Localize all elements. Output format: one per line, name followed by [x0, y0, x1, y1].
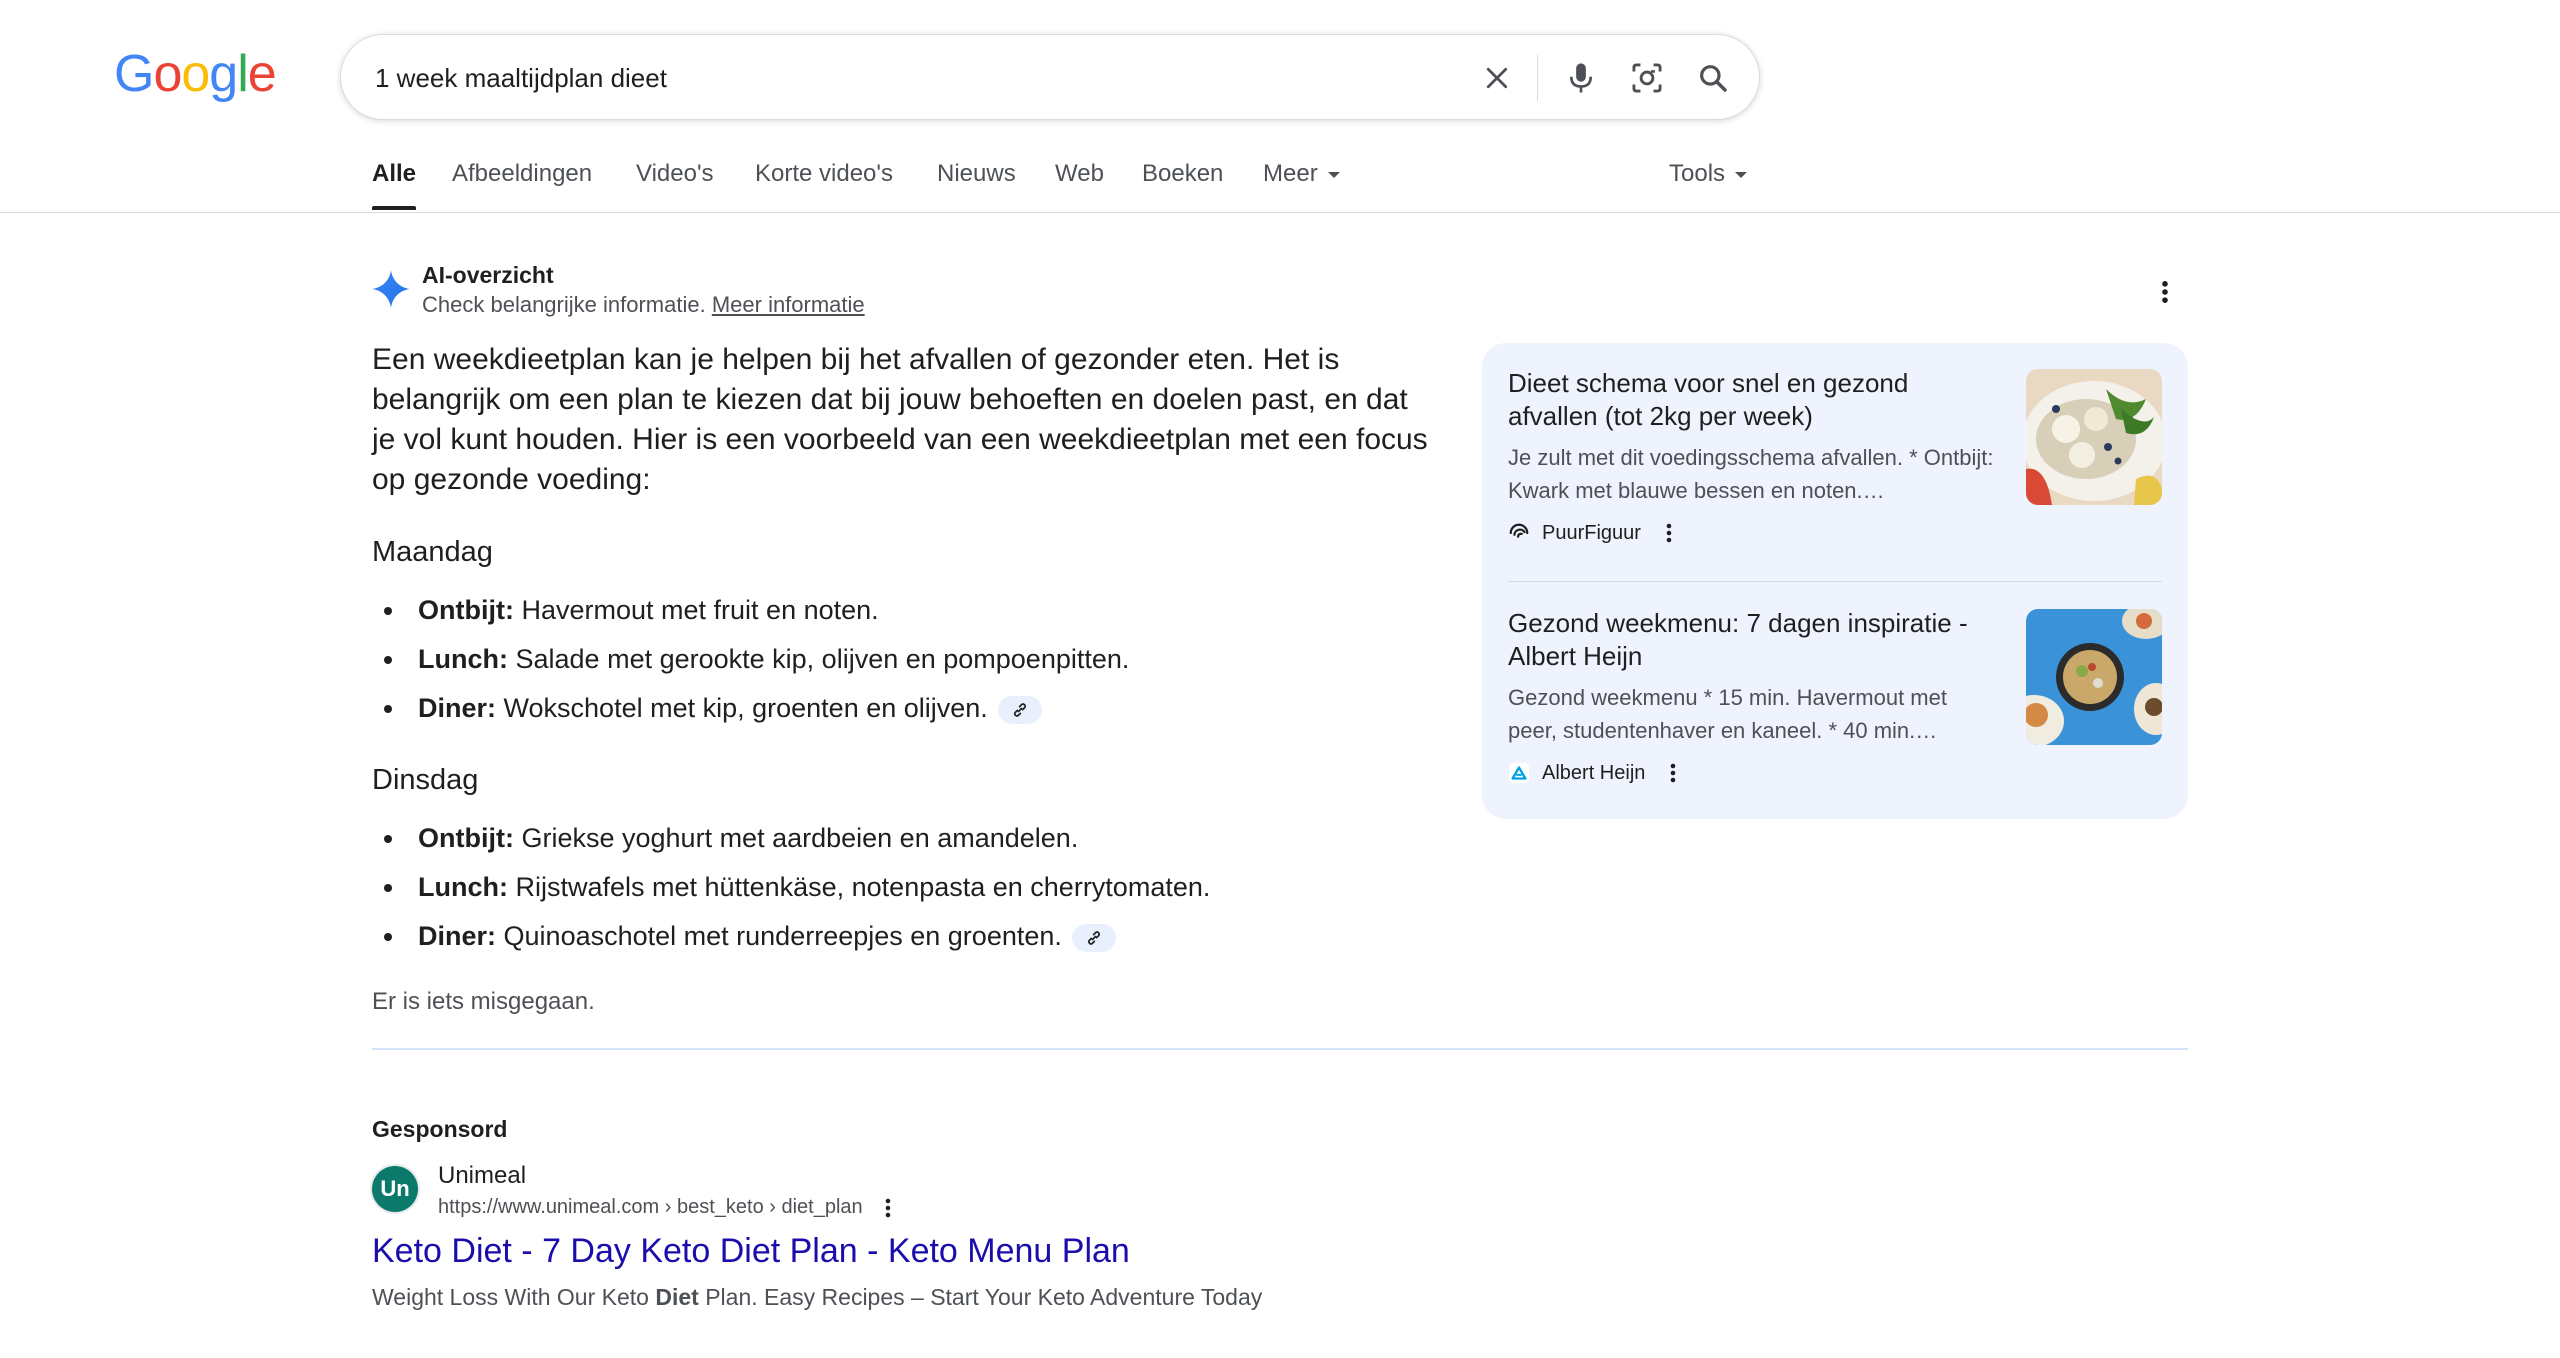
ai-overview-subtitle-text: Check belangrijke informatie.	[422, 292, 706, 317]
source-title[interactable]: Gezond weekmenu: 7 dagen inspiratie - Al…	[1508, 607, 1998, 673]
section-divider	[372, 1048, 2188, 1050]
tab-boeken[interactable]: Boeken	[1142, 160, 1223, 188]
logo-letter: o	[153, 45, 182, 103]
source-site: PuurFiguur	[1508, 521, 1673, 545]
search-divider	[1537, 55, 1538, 101]
tab-videos[interactable]: Video's	[636, 160, 714, 188]
chevron-down-icon	[1327, 171, 1340, 178]
meal-label: Lunch:	[418, 644, 508, 674]
search-icon[interactable]	[1691, 56, 1735, 100]
ai-overview-subtitle: Check belangrijke informatie. Meer infor…	[422, 292, 865, 318]
meal-text: Wokschotel met kip, groenten en olijven.	[503, 693, 988, 723]
tools-label: Tools	[1669, 160, 1726, 187]
list-item: Ontbijt: Griekse yoghurt met aardbeien e…	[372, 814, 1412, 863]
sources-panel: Dieet schema voor snel en gezond afvalle…	[1482, 343, 2188, 819]
more-options-icon[interactable]	[884, 1196, 892, 1220]
more-options-icon[interactable]	[1665, 521, 1673, 545]
logo-letter: G	[114, 45, 154, 103]
logo-letter: e	[247, 45, 277, 103]
meal-thumbnail	[2026, 609, 2162, 745]
day-heading: Dinsdag	[372, 764, 479, 796]
meal-label: Ontbijt:	[418, 823, 514, 853]
tab-alle[interactable]: Alle	[372, 160, 417, 210]
search-input[interactable]: 1 week maaltijdplan dieet	[375, 35, 667, 121]
albert-heijn-icon	[1508, 762, 1530, 784]
ai-overview-title: AI-overzicht	[422, 262, 554, 288]
tools-button[interactable]: Tools	[1669, 160, 1748, 188]
more-info-link[interactable]: Meer informatie	[712, 292, 865, 317]
tab-web[interactable]: Web	[1055, 160, 1104, 188]
ad-url[interactable]: https://www.unimeal.com › best_keto › di…	[438, 1196, 863, 1219]
source-link-button[interactable]	[997, 695, 1042, 724]
search-box[interactable]: 1 week maaltijdplan dieet	[340, 34, 1760, 120]
meal-text: Rijstwafels met hüttenkäse, notenpasta e…	[515, 872, 1211, 902]
source-site-name: PuurFiguur	[1542, 521, 1641, 544]
link-icon	[1013, 703, 1026, 717]
advertiser-favicon[interactable]: Un	[372, 1166, 418, 1212]
list-item: Diner: Quinoaschotel met runderreepjes e…	[372, 912, 1412, 961]
chevron-down-icon	[1735, 171, 1748, 178]
source-title[interactable]: Dieet schema voor snel en gezond afvalle…	[1508, 367, 1998, 433]
meal-list: Ontbijt: Havermout met fruit en noten. L…	[372, 586, 1412, 733]
source-link-button[interactable]	[1071, 923, 1116, 952]
salad-thumbnail	[2026, 369, 2162, 505]
more-options-icon[interactable]	[1669, 761, 1677, 785]
list-item: Lunch: Salade met gerookte kip, olijven …	[372, 635, 1412, 684]
logo-letter: g	[209, 45, 238, 103]
microphone-icon[interactable]	[1559, 56, 1603, 100]
logo-letter: l	[237, 45, 249, 103]
tab-meer[interactable]: Meer	[1263, 160, 1340, 188]
more-options-icon[interactable]	[2158, 278, 2172, 306]
meal-label: Diner:	[418, 921, 497, 951]
camera-lens-icon[interactable]	[1625, 56, 1669, 100]
gemini-sparkle-icon	[372, 270, 410, 308]
list-item: Ontbijt: Havermout met fruit en noten.	[372, 586, 1412, 635]
puurfiguur-swirl-icon	[1509, 523, 1529, 538]
ad-description: Weight Loss With Our Keto Diet Plan. Eas…	[372, 1284, 1262, 1311]
link-icon	[1087, 931, 1100, 945]
tab-afbeeldingen[interactable]: Afbeeldingen	[452, 160, 592, 188]
meal-text: Salade met gerookte kip, olijven en pomp…	[515, 644, 1130, 674]
source-snippet: Gezond weekmenu * 15 min. Havermout met …	[1508, 685, 1947, 743]
source-card[interactable]: Dieet schema voor snel en gezond afvalle…	[1508, 343, 2162, 549]
ad-desc-text: Weight Loss With Our Keto	[372, 1284, 656, 1310]
tab-nieuws[interactable]: Nieuws	[937, 160, 1016, 188]
card-divider	[1508, 581, 2162, 582]
meal-label: Diner:	[418, 693, 497, 723]
error-message: Er is iets misgegaan.	[372, 988, 595, 1015]
day-heading: Maandag	[372, 536, 493, 568]
meal-text: Havermout met fruit en noten.	[521, 595, 879, 625]
ad-desc-highlight: Diet	[655, 1284, 699, 1310]
meal-text: Quinoaschotel met runderreepjes en groen…	[503, 921, 1062, 951]
search-tabs: Alle Afbeeldingen Video's Korte video's …	[0, 150, 2560, 213]
source-card[interactable]: Gezond weekmenu: 7 dagen inspiratie - Al…	[1508, 583, 2162, 789]
meal-text: Griekse yoghurt met aardbeien en amandel…	[521, 823, 1079, 853]
meal-label: Ontbijt:	[418, 595, 514, 625]
clear-icon[interactable]	[1475, 56, 1519, 100]
list-item: Lunch: Rijstwafels met hüttenkäse, noten…	[372, 863, 1412, 912]
ad-title-link[interactable]: Keto Diet - 7 Day Keto Diet Plan - Keto …	[372, 1232, 1130, 1271]
google-logo[interactable]: Google	[114, 44, 277, 104]
advertiser-name[interactable]: Unimeal	[438, 1162, 526, 1190]
source-site-name: Albert Heijn	[1542, 761, 1646, 784]
source-site: Albert Heijn	[1508, 761, 1677, 785]
tab-korte-videos[interactable]: Korte video's	[755, 160, 893, 188]
source-snippet: Je zult met dit voedingsschema afvallen.…	[1508, 445, 1994, 503]
list-item: Diner: Wokschotel met kip, groenten en o…	[372, 684, 1412, 733]
tab-meer-label: Meer	[1263, 160, 1318, 187]
ai-overview-intro: Een weekdieetplan kan je helpen bij het …	[372, 343, 1428, 496]
ad-desc-text: Plan. Easy Recipes – Start Your Keto Adv…	[698, 1284, 1263, 1310]
meal-label: Lunch:	[418, 872, 508, 902]
logo-letter: o	[181, 45, 210, 103]
meal-list: Ontbijt: Griekse yoghurt met aardbeien e…	[372, 814, 1412, 961]
sponsored-label: Gesponsord	[372, 1116, 508, 1142]
